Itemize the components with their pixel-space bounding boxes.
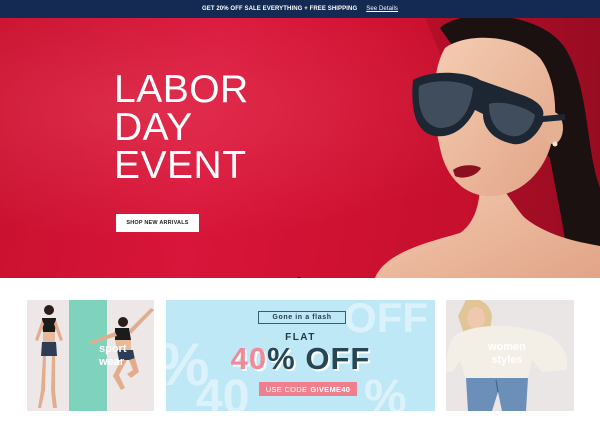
promo-message: GET 20% OFF SALE EVERYTHING + FREE SHIPP… bbox=[201, 6, 358, 12]
promo-code-value: GIVEME40 bbox=[310, 384, 351, 394]
promo-code-badge[interactable]: USE CODE GIVEME40 bbox=[259, 382, 357, 396]
hero-banner[interactable]: LABOR DAY EVENT SHOP NEW ARRIVALS bbox=[0, 18, 600, 278]
model-with-sunglasses-image bbox=[375, 18, 600, 278]
women-styles-label: women styles bbox=[488, 341, 526, 367]
promo-bar: GET 20% OFF SALE EVERYTHING + FREE SHIPP… bbox=[0, 0, 600, 18]
see-details-link[interactable]: See Details bbox=[366, 6, 398, 12]
athletes-image bbox=[35, 305, 154, 408]
sale-headline: 40% OFF bbox=[166, 341, 435, 377]
carousel-dots bbox=[290, 277, 308, 278]
sportwear-label-line-2: wear bbox=[99, 356, 125, 368]
hero-title-line-3: EVENT bbox=[114, 144, 247, 187]
carousel-dot-2[interactable] bbox=[297, 277, 301, 278]
women-styles-label-line-2: styles bbox=[491, 354, 523, 366]
promo-code-prefix: USE CODE bbox=[265, 384, 308, 394]
hero-title-line-1: LABOR bbox=[114, 68, 249, 111]
women-styles-label-line-1: women bbox=[488, 341, 526, 353]
carousel-dot-1[interactable] bbox=[290, 277, 293, 278]
sale-percent-off: % OFF bbox=[267, 341, 371, 376]
hero-title: LABOR DAY EVENT bbox=[114, 68, 249, 187]
sportwear-tile[interactable]: sport wear bbox=[27, 300, 154, 411]
sale-promo-tile[interactable]: OFF % 40 % Gone in a flash FLAT 40% OFF … bbox=[166, 300, 435, 411]
hero-title-line-2: DAY bbox=[114, 106, 193, 149]
carousel-dot-3[interactable] bbox=[305, 277, 308, 278]
shop-new-arrivals-button[interactable]: SHOP NEW ARRIVALS bbox=[116, 214, 199, 232]
sale-kicker: Gone in a flash bbox=[258, 311, 346, 324]
women-styles-tile[interactable]: women styles bbox=[446, 300, 574, 411]
sportwear-label-line-1: sport bbox=[99, 343, 127, 355]
sale-percent-value: 40 bbox=[230, 341, 268, 376]
sportwear-label: sport wear bbox=[99, 343, 127, 369]
